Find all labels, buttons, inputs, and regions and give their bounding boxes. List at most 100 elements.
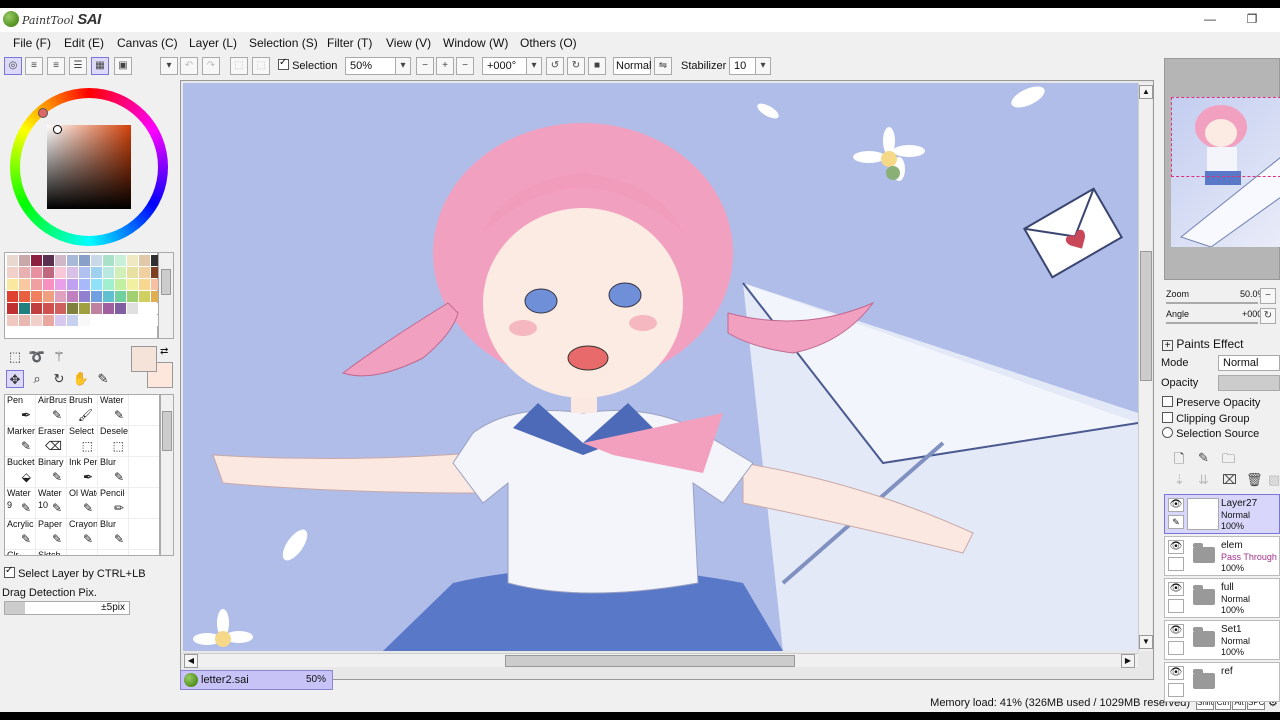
color-swatch[interactable] xyxy=(115,291,126,302)
color-swatch[interactable] xyxy=(67,315,78,326)
color-swatch[interactable] xyxy=(103,255,114,266)
menu-edit[interactable]: Edit (E) xyxy=(64,36,104,50)
redo-icon[interactable]: ↷ xyxy=(202,57,220,75)
color-swatch[interactable] xyxy=(55,291,66,302)
layer-row[interactable]: 👁 Set1 Normal 100% xyxy=(1164,620,1280,660)
brush-tool[interactable] xyxy=(129,519,159,550)
foreground-color-swatch[interactable] xyxy=(131,346,157,372)
merge-down-icon[interactable]: ⇊ xyxy=(1198,472,1209,488)
swap-colors-icon[interactable]: ⇄ xyxy=(160,346,168,357)
navigator[interactable] xyxy=(1164,58,1280,280)
brush-tool[interactable]: Crayon ✎ xyxy=(67,519,98,550)
color-swatch[interactable] xyxy=(67,279,78,290)
clear-layer-icon[interactable]: ⌧ xyxy=(1222,472,1237,488)
brush-scrollbar[interactable] xyxy=(160,394,174,556)
nav-rotate-reset-button[interactable]: ↻ xyxy=(1260,308,1276,324)
color-swatch[interactable] xyxy=(43,291,54,302)
scratchpad-tab-icon[interactable]: ▣ xyxy=(114,57,132,75)
lasso-icon[interactable]: ➰ xyxy=(28,348,46,366)
color-swatch[interactable] xyxy=(127,279,138,290)
brush-scroll-thumb[interactable] xyxy=(162,411,172,451)
visibility-eye-icon[interactable]: 👁 xyxy=(1168,666,1184,680)
drawing-canvas[interactable] xyxy=(183,83,1138,651)
brush-tool[interactable]: Pen ✒ xyxy=(5,395,36,426)
drag-detection-slider[interactable]: ±5pix xyxy=(4,601,130,615)
move-tool-icon[interactable]: ✥ xyxy=(6,370,24,388)
brush-tool[interactable]: Binary ✎ xyxy=(36,457,67,488)
scroll-right-icon[interactable]: ▶ xyxy=(1121,654,1135,668)
menu-filter[interactable]: Filter (T) xyxy=(327,36,372,50)
layer-checkbox[interactable] xyxy=(1168,557,1184,571)
selection-toggle[interactable]: Selection xyxy=(278,57,337,72)
color-swatch[interactable] xyxy=(7,267,18,278)
color-swatch[interactable] xyxy=(7,315,18,326)
magic-wand-icon[interactable]: ⚚ xyxy=(50,348,68,366)
flip-horizontal-icon[interactable]: ⇋ xyxy=(654,57,672,75)
select-layer-checkbox[interactable] xyxy=(4,565,15,578)
swatches-scrollbar[interactable] xyxy=(158,252,174,339)
scroll-left-icon[interactable]: ◀ xyxy=(184,654,198,668)
layer-checkbox[interactable] xyxy=(1168,641,1184,655)
nav-angle-slider[interactable] xyxy=(1166,322,1258,324)
canvas-vscroll-thumb[interactable] xyxy=(1140,251,1152,381)
color-swatch[interactable] xyxy=(139,303,150,314)
color-swatch[interactable] xyxy=(103,279,114,290)
eyedropper-icon[interactable]: ✎ xyxy=(94,370,112,388)
color-swatch[interactable] xyxy=(139,279,150,290)
blend-mode-select[interactable]: Normal xyxy=(613,57,651,75)
undo-icon[interactable]: ↶ xyxy=(180,57,198,75)
visibility-eye-icon[interactable]: 👁 xyxy=(1168,582,1184,596)
brush-tool[interactable]: Blur ✎ xyxy=(98,457,129,488)
color-swatch[interactable] xyxy=(7,303,18,314)
paints-effect-header[interactable]: + Paints Effect xyxy=(1162,337,1244,351)
hand-tool-icon[interactable]: ✋ xyxy=(72,370,90,388)
rgb-sliders-tab-icon[interactable]: ≡ xyxy=(25,57,43,75)
color-swatch[interactable] xyxy=(103,267,114,278)
document-tab[interactable]: letter2.sai 50% xyxy=(180,670,333,690)
color-swatch[interactable] xyxy=(55,255,66,266)
canvas-horizontal-scrollbar[interactable]: ◀ ▶ xyxy=(183,653,1138,668)
rotate-right-button[interactable]: ↻ xyxy=(567,57,585,75)
visibility-eye-icon[interactable]: 👁 xyxy=(1168,498,1184,512)
sv-cursor[interactable] xyxy=(53,125,62,134)
clipping-group-option[interactable]: Clipping Group xyxy=(1162,412,1249,425)
color-swatch[interactable] xyxy=(7,291,18,302)
saturation-value-square[interactable] xyxy=(47,125,131,209)
brush-tool[interactable]: Water 10 ✎ xyxy=(36,488,67,519)
brush-tool[interactable]: Paper ✎ xyxy=(36,519,67,550)
color-swatch[interactable] xyxy=(79,291,90,302)
layer-checkbox[interactable] xyxy=(1168,683,1184,697)
brush-tool[interactable] xyxy=(98,550,129,555)
new-linework-layer-icon[interactable]: ✎ xyxy=(1198,450,1209,466)
layer-checkbox[interactable] xyxy=(1168,599,1184,613)
color-swatch[interactable] xyxy=(115,255,126,266)
layer-mode-select[interactable]: Normal xyxy=(1218,355,1280,371)
swatches-tab-icon[interactable]: ▦ xyxy=(91,57,109,75)
menu-canvas[interactable]: Canvas (C) xyxy=(117,36,178,50)
brush-tool[interactable]: Acrylic ✎ xyxy=(5,519,36,550)
minimize-button[interactable]: — xyxy=(1198,10,1222,28)
rect-select-icon[interactable]: ⬚ xyxy=(6,348,24,366)
color-swatch[interactable] xyxy=(91,279,102,290)
rotate-reset-button[interactable]: ■ xyxy=(588,57,606,75)
brush-tool[interactable] xyxy=(129,395,159,426)
color-swatch[interactable] xyxy=(91,303,102,314)
canvas-vertical-scrollbar[interactable]: ▲ ▼ xyxy=(1138,83,1153,651)
navigator-viewport-frame[interactable] xyxy=(1171,97,1280,177)
brush-tool[interactable]: Brush 🖌 xyxy=(67,395,98,426)
layer-opacity-slider[interactable] xyxy=(1218,375,1280,391)
brush-tool[interactable]: Clr xyxy=(5,550,36,555)
color-swatch[interactable] xyxy=(115,315,126,326)
brush-tool[interactable]: Select ⬚ xyxy=(67,426,98,457)
lock-pen-icon[interactable]: ✎ xyxy=(1168,515,1184,529)
color-swatch[interactable] xyxy=(55,279,66,290)
brush-tool[interactable]: Marker ✎ xyxy=(5,426,36,457)
scroll-up-icon[interactable]: ▲ xyxy=(1139,85,1153,99)
menu-window[interactable]: Window (W) xyxy=(443,36,508,50)
visibility-eye-icon[interactable]: 👁 xyxy=(1168,624,1184,638)
color-swatch[interactable] xyxy=(67,267,78,278)
color-swatch[interactable] xyxy=(31,255,42,266)
zoom-tool-icon[interactable]: ⌕ xyxy=(28,370,46,388)
color-swatch[interactable] xyxy=(31,267,42,278)
brush-tool[interactable]: Pencil ✏ xyxy=(98,488,129,519)
